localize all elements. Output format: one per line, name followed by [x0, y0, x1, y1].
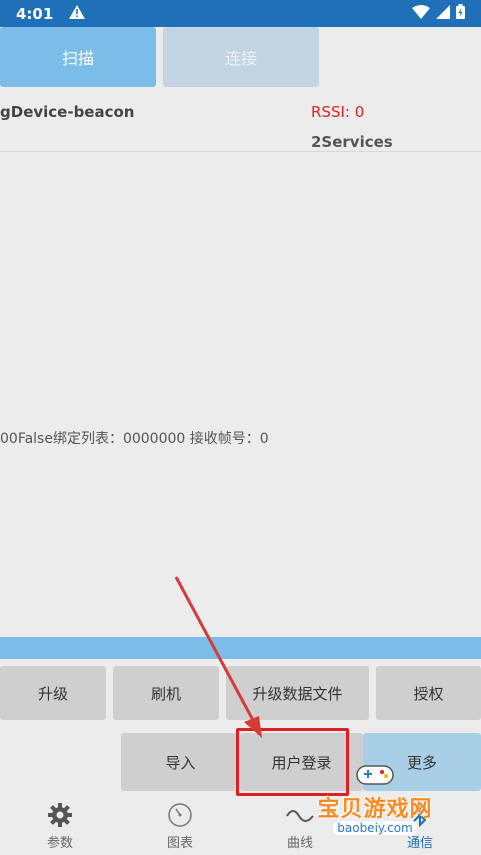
gauge-icon [167, 802, 193, 828]
status-time: 4:01 [16, 4, 54, 23]
tab-params[interactable]: 参数 [0, 796, 120, 855]
connect-button[interactable]: 连接 [163, 27, 319, 87]
status-icons [412, 4, 465, 23]
authorize-button[interactable]: 授权 [376, 666, 481, 720]
flash-button[interactable]: 刷机 [113, 666, 219, 720]
upgrade-button[interactable]: 升级 [0, 666, 106, 720]
watermark-url: baobeiy.com [333, 821, 417, 835]
divider [0, 151, 481, 152]
battery-icon [456, 4, 465, 23]
bind-list-info: 00False绑定列表：0000000 接收帧号：0 [0, 431, 269, 447]
device-name[interactable]: gDevice-beacon [0, 103, 134, 121]
device-rssi: RSSI: 0 [311, 103, 365, 121]
watermark-title: 宝贝游戏网 [317, 797, 433, 822]
progress-bar [0, 637, 481, 659]
gamepad-icon [355, 760, 395, 792]
status-bar: 4:01 [0, 0, 481, 27]
wifi-icon [412, 4, 430, 23]
tab-label: 参数 [46, 836, 73, 851]
tab-label: 图表 [166, 836, 193, 851]
upgrade-data-file-button[interactable]: 升级数据文件 [226, 666, 369, 720]
watermark: 宝贝游戏网 baobeiy.com [300, 760, 450, 835]
device-services: 2Services [311, 133, 393, 151]
gear-icon [47, 802, 73, 828]
signal-icon [436, 4, 450, 23]
scan-button[interactable]: 扫描 [0, 27, 156, 87]
import-button[interactable]: 导入 [121, 733, 240, 791]
warning-triangle-icon [69, 4, 86, 23]
tab-charts[interactable]: 图表 [120, 796, 240, 855]
